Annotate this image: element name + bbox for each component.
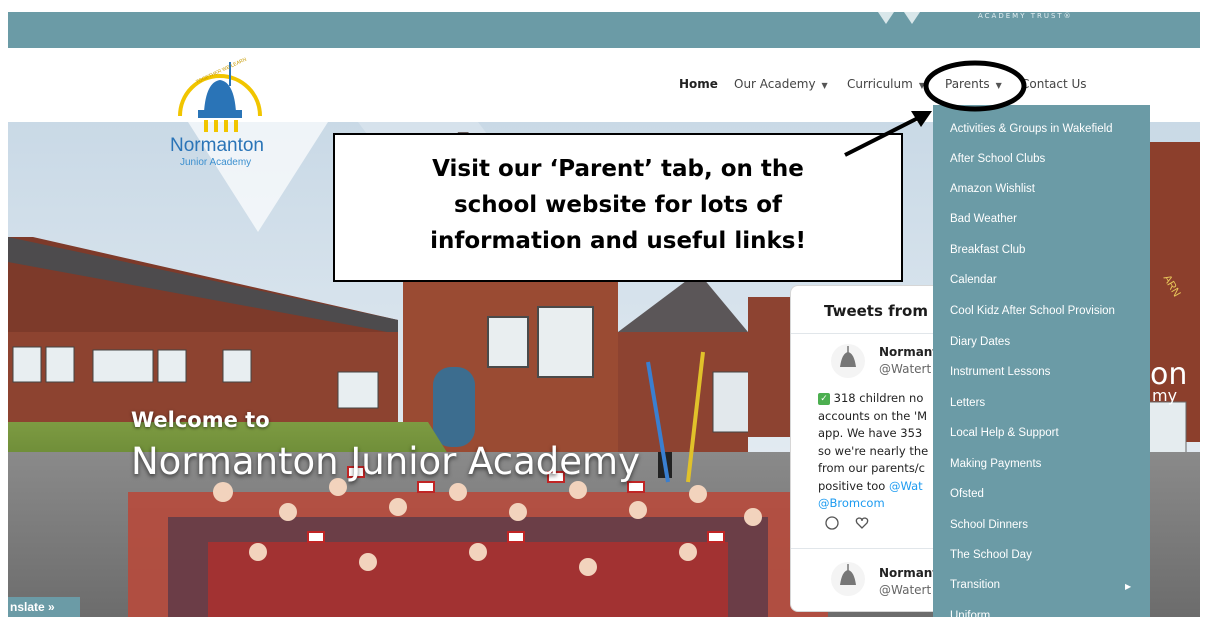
trust-name: ACADEMY TRUST®: [978, 12, 1073, 20]
chevron-right-icon: ▶: [1125, 582, 1132, 591]
menu-item-school-dinners[interactable]: School Dinners: [950, 519, 1028, 531]
twitter-timeline[interactable]: Tweets from @ Normant @Watert ✓ 318 chil…: [790, 285, 942, 612]
caret-down-icon: ▼: [821, 81, 828, 90]
like-icon[interactable]: [855, 517, 869, 529]
tweet-author-name[interactable]: Normant: [879, 566, 938, 580]
menu-item-making-payments[interactable]: Making Payments: [950, 458, 1041, 470]
nav-curriculum[interactable]: Curriculum ▼: [847, 77, 925, 91]
caret-down-icon: ▼: [995, 81, 1002, 90]
tweet-line: 318 children no: [833, 391, 924, 405]
menu-item-uniform[interactable]: Uniform: [950, 610, 990, 622]
nav-home-label: Home: [679, 77, 718, 91]
menu-item-instrument-lessons[interactable]: Instrument Lessons: [950, 366, 1050, 378]
welcome-heading-small: Welcome to: [131, 408, 270, 432]
tweet-actions: [825, 516, 869, 530]
nav-parents[interactable]: Parents ▼: [945, 77, 1002, 91]
tweet-author-name[interactable]: Normant: [879, 345, 938, 359]
tweet-body: ✓ 318 children no accounts on the 'M app…: [818, 390, 941, 513]
menu-item-calendar[interactable]: Calendar: [950, 274, 997, 286]
caret-down-icon: ▼: [918, 81, 925, 90]
tweet-line: from our parents/c: [818, 461, 926, 475]
school-avatar-icon[interactable]: [830, 561, 866, 597]
tweet-line: app. We have 353: [818, 426, 923, 440]
menu-item-activities[interactable]: Activities & Groups in Wakefield: [950, 123, 1113, 135]
divider: [791, 548, 941, 549]
nav-home[interactable]: Home: [679, 77, 718, 91]
tweet-line: accounts on the 'M: [818, 408, 928, 423]
nav-our-academy[interactable]: Our Academy ▼: [734, 77, 828, 91]
top-banner: ACADEMY TRUST®: [8, 12, 1200, 48]
check-icon: ✓: [818, 392, 830, 405]
translate-button[interactable]: nslate »: [8, 597, 80, 617]
menu-item-amazon-wishlist[interactable]: Amazon Wishlist: [950, 183, 1035, 195]
nav-contact-us[interactable]: Contact Us: [1021, 77, 1087, 91]
menu-item-breakfast-club[interactable]: Breakfast Club: [950, 244, 1025, 256]
tweet-author-handle[interactable]: @Watert: [879, 362, 931, 376]
callout-line: information and useful links!: [430, 228, 806, 254]
callout-line: school website for lots of: [453, 192, 783, 218]
logo-school-name[interactable]: Normanton: [170, 135, 264, 157]
callout-box: Visit our ‘Parent’ tab, on the school we…: [333, 133, 903, 282]
menu-item-transition[interactable]: Transition: [950, 579, 1000, 591]
nav-contact-us-label: Contact Us: [1021, 77, 1087, 91]
hero-right-text-small: my: [1152, 386, 1178, 405]
menu-item-cool-kidz[interactable]: Cool Kidz After School Provision: [950, 305, 1115, 317]
trust-logo-icon: [878, 12, 920, 24]
reply-icon[interactable]: [825, 516, 839, 530]
menu-item-school-day[interactable]: The School Day: [950, 549, 1032, 561]
tweet-author-handle[interactable]: @Watert: [879, 583, 931, 597]
tweet-line: so we're nearly the: [818, 443, 929, 458]
nav-parents-label: Parents: [945, 77, 990, 91]
menu-item-ofsted[interactable]: Ofsted: [950, 488, 984, 500]
tweet-line: positive too: [818, 478, 886, 493]
nav-our-academy-label: Our Academy: [734, 77, 816, 91]
parents-dropdown-menu: Activities & Groups in Wakefield After S…: [933, 105, 1150, 622]
tweet-mention-link[interactable]: @Wat: [889, 479, 923, 493]
welcome-heading: Normanton Junior Academy: [131, 440, 640, 483]
twitter-title: Tweets from @: [824, 302, 942, 320]
tweet-mention-link[interactable]: @Bromcom: [818, 495, 941, 513]
school-avatar-icon[interactable]: [830, 343, 866, 379]
nav-curriculum-label: Curriculum: [847, 77, 913, 91]
menu-item-diary-dates[interactable]: Diary Dates: [950, 336, 1010, 348]
divider: [791, 333, 941, 334]
callout-line: Visit our ‘Parent’ tab, on the: [432, 156, 804, 182]
menu-item-local-help[interactable]: Local Help & Support: [950, 427, 1059, 439]
menu-item-letters[interactable]: Letters: [950, 397, 985, 409]
logo-subtitle: Junior Academy: [180, 157, 252, 168]
menu-item-after-school-clubs[interactable]: After School Clubs: [950, 153, 1045, 165]
menu-item-bad-weather[interactable]: Bad Weather: [950, 213, 1017, 225]
